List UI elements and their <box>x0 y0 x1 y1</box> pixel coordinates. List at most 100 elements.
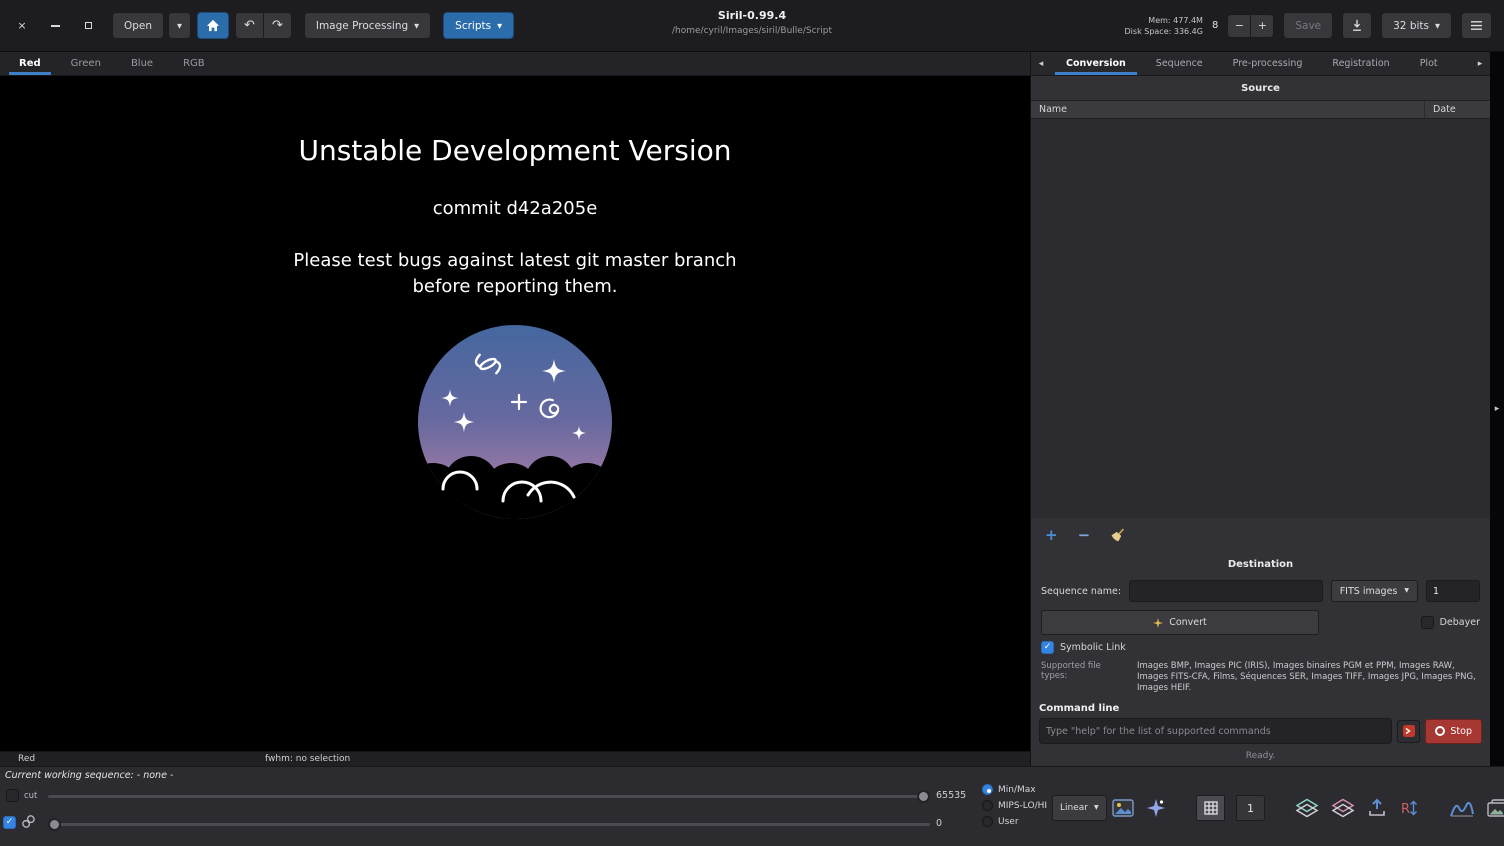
image-list-button[interactable] <box>1487 799 1504 818</box>
command-input[interactable] <box>1039 718 1392 744</box>
image-canvas[interactable]: Unstable Development Version commit d42a… <box>0 76 1030 751</box>
convert-button[interactable]: Convert <box>1041 610 1319 635</box>
image-viewer: Red Green Blue RGB Unstable Development … <box>0 52 1030 766</box>
hamburger-menu-button[interactable] <box>1461 12 1492 39</box>
undo-button[interactable]: ↶ <box>235 12 264 39</box>
disk-space-label: Disk Space: 336.4G <box>1125 26 1203 37</box>
symbolic-link-checkbox[interactable]: Symbolic Link <box>1031 635 1490 653</box>
clear-list-button[interactable] <box>1110 527 1126 543</box>
redo-button[interactable]: ↷ <box>263 12 292 39</box>
grid-view-button[interactable] <box>1196 795 1225 821</box>
svg-text:R: R <box>1401 802 1410 817</box>
low-slider-handle[interactable] <box>48 818 61 831</box>
low-level-slider[interactable] <box>48 823 930 826</box>
app-title: Siril-0.99.4 <box>672 9 832 22</box>
tab-plot[interactable]: Plot <box>1405 52 1453 75</box>
increase-threads-button[interactable]: + <box>1250 14 1274 38</box>
memory-label: Mem: 477.4M <box>1125 15 1203 26</box>
scripts-menu-button[interactable]: Scripts▼ <box>443 12 514 39</box>
window-controls: × <box>14 18 96 34</box>
home-icon <box>206 19 220 32</box>
display-mode-dropdown[interactable]: Linear▼ <box>1052 795 1107 821</box>
layers-alt-icon <box>1331 798 1355 818</box>
save-button[interactable]: Save <box>1283 12 1333 39</box>
plus-icon: + <box>1258 19 1267 32</box>
tab-registration[interactable]: Registration <box>1317 52 1404 75</box>
tab-sequence[interactable]: Sequence <box>1141 52 1218 75</box>
chevron-down-icon: ▼ <box>1404 588 1409 594</box>
file-list-actions: + − <box>1031 518 1490 552</box>
single-view-button[interactable]: 1 <box>1236 795 1265 821</box>
siril-logo <box>415 325 615 525</box>
mode-mips-radio[interactable]: MIPS-LO/HI <box>982 800 1047 811</box>
tabs-scroll-right-button[interactable]: ▸ <box>1470 52 1490 75</box>
chevron-down-icon: ▼ <box>1094 805 1099 811</box>
tab-preprocessing[interactable]: Pre-processing <box>1218 52 1318 75</box>
maximize-icon <box>85 22 92 29</box>
stop-button[interactable]: Stop <box>1425 719 1482 744</box>
channel-shift-button[interactable]: R <box>1399 798 1419 818</box>
status-ready: Ready. <box>1031 744 1490 766</box>
file-list-header: Name Date <box>1031 100 1490 119</box>
checkbox-checked-icon <box>1041 641 1054 654</box>
debayer-checkbox[interactable]: Debayer <box>1421 616 1480 629</box>
image-preview-button[interactable] <box>1112 799 1134 817</box>
histogram-button[interactable] <box>1449 798 1475 818</box>
working-directory: /home/cyril/Images/siril/Bulle/Script <box>672 26 832 36</box>
column-header-name[interactable]: Name <box>1031 104 1424 115</box>
decrease-threads-button[interactable]: − <box>1227 14 1251 38</box>
undo-icon: ↶ <box>244 19 255 32</box>
star-detection-button[interactable] <box>1146 798 1166 818</box>
panel-expander[interactable]: ▸ <box>1490 52 1504 766</box>
mode-minmax-radio[interactable]: Min/Max <box>982 784 1036 795</box>
tab-blue[interactable]: Blue <box>116 52 168 75</box>
source-file-list[interactable] <box>1031 119 1490 518</box>
start-index-input[interactable] <box>1426 580 1480 602</box>
terminal-icon <box>1402 724 1416 738</box>
high-slider-handle[interactable] <box>917 790 930 803</box>
sequence-name-label: Sequence name: <box>1041 586 1121 597</box>
command-line-title: Command line <box>1031 694 1490 718</box>
high-level-slider[interactable] <box>48 795 930 798</box>
low-level-value: 0 <box>936 818 942 829</box>
link-levels-checkbox[interactable] <box>3 816 16 829</box>
save-as-button[interactable] <box>1342 12 1372 39</box>
supported-types-value: Images BMP, Images PIC (IRIS), Images bi… <box>1137 661 1480 694</box>
output-format-dropdown[interactable]: FITS images▼ <box>1331 580 1418 602</box>
image-processing-menu-button[interactable]: Image Processing▼ <box>304 12 431 39</box>
open-recent-dropdown-button[interactable]: ▼ <box>168 12 191 39</box>
home-button[interactable] <box>197 12 229 39</box>
tab-green[interactable]: Green <box>56 52 116 75</box>
tabs-scroll-left-button[interactable]: ◂ <box>1031 52 1051 75</box>
maximize-window-button[interactable] <box>80 18 96 34</box>
add-files-button[interactable]: + <box>1045 528 1058 543</box>
close-window-button[interactable]: × <box>14 18 30 34</box>
sequence-name-input[interactable] <box>1129 580 1323 602</box>
viewer-status-bar: Red fwhm: no selection <box>0 751 1030 766</box>
export-button[interactable] <box>1367 798 1387 818</box>
compare-layers-alt-button[interactable] <box>1331 798 1355 818</box>
remove-files-button[interactable]: − <box>1078 528 1091 543</box>
mode-user-radio[interactable]: User <box>982 816 1019 827</box>
tab-rgb[interactable]: RGB <box>168 52 220 75</box>
stop-icon <box>1435 726 1445 736</box>
tab-red[interactable]: Red <box>4 52 56 75</box>
bottom-toolbar: 1 R <box>1112 793 1504 823</box>
cut-checkbox[interactable] <box>6 789 19 802</box>
compare-layers-button[interactable] <box>1295 798 1319 818</box>
column-header-date[interactable]: Date <box>1424 101 1490 118</box>
command-log-button[interactable] <box>1397 720 1420 743</box>
grid-icon <box>1204 801 1218 815</box>
layers-icon <box>1295 798 1319 818</box>
tab-conversion[interactable]: Conversion <box>1051 52 1141 75</box>
logo-dark-clouds <box>415 456 615 525</box>
minimize-icon <box>51 25 60 27</box>
destination-section-title: Destination <box>1031 552 1490 576</box>
link-icon <box>21 814 36 832</box>
minimize-window-button[interactable] <box>47 18 63 34</box>
expand-arrow-icon: ▸ <box>1495 404 1500 414</box>
open-button[interactable]: Open <box>112 12 164 39</box>
bit-depth-dropdown[interactable]: 32 bits▼ <box>1381 12 1452 39</box>
minus-icon: − <box>1235 19 1244 32</box>
chevron-down-icon: ▼ <box>177 23 182 30</box>
